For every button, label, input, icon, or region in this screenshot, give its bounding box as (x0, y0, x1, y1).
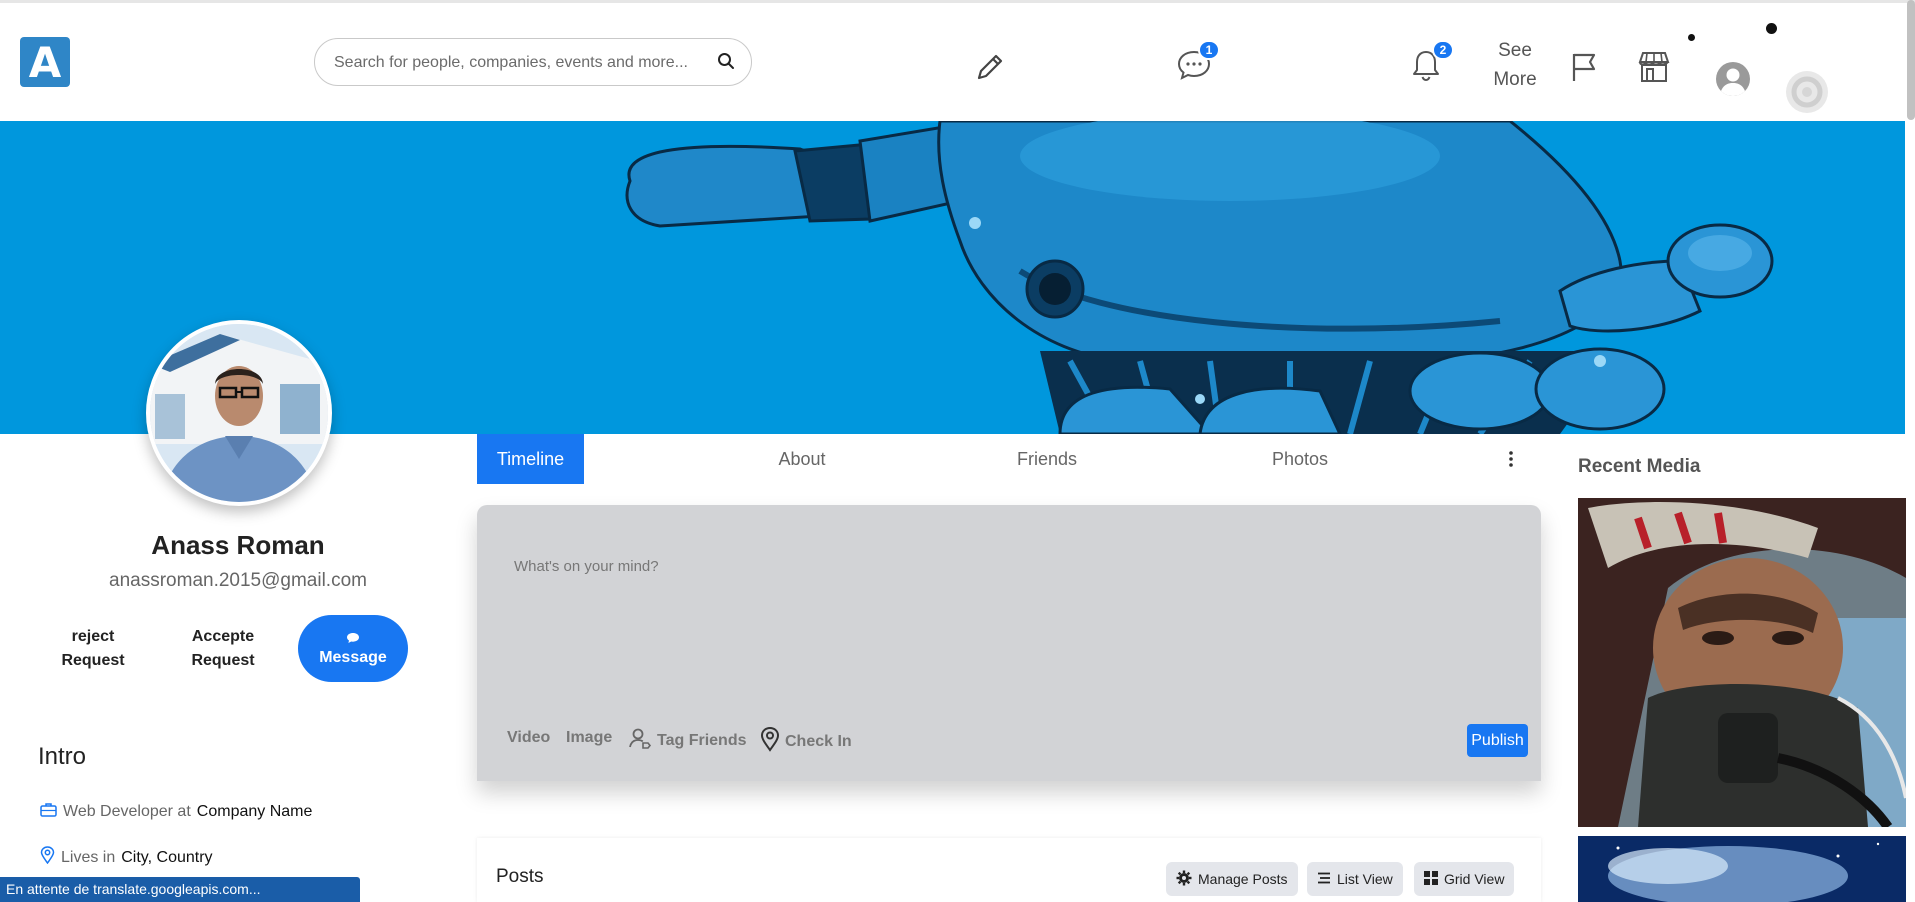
profile-photo (150, 324, 328, 502)
grid-view-button[interactable]: Grid View (1414, 862, 1515, 896)
profile-email: anassroman.2015@gmail.com (109, 570, 367, 591)
app-logo[interactable]: A (20, 37, 70, 87)
video-label: Video (507, 729, 551, 746)
message-bubble-icon (346, 631, 360, 649)
tab-friends[interactable]: Friends (987, 434, 1107, 484)
user-icon[interactable] (1715, 61, 1751, 102)
lives-prefix: Lives in (61, 848, 116, 866)
list-view-label: List View (1337, 871, 1393, 887)
tag-friends-button[interactable]: Tag Friends (628, 726, 747, 755)
manage-posts-label: Manage Posts (1198, 871, 1288, 887)
posts-title: Posts (496, 866, 544, 887)
grid-icon (1424, 870, 1438, 888)
location-pin-icon (40, 846, 55, 869)
tab-about[interactable]: About (742, 434, 862, 484)
gear-icon (1176, 870, 1192, 889)
grid-view-label: Grid View (1444, 871, 1505, 887)
intro-title: Intro (38, 743, 87, 770)
messages-badge: 1 (1198, 40, 1220, 60)
recent-media-title: Recent Media (1578, 456, 1701, 477)
work-company[interactable]: Company Name (197, 803, 313, 821)
pilot-helmet-photo (1578, 498, 1906, 827)
video-button[interactable]: Video (507, 729, 550, 747)
more-options-icon[interactable] (1507, 450, 1515, 473)
see-more-line1: See (1498, 40, 1532, 61)
reject-label-line1: reject (71, 628, 115, 645)
browser-status-bar: En attente de translate.googleapis.com..… (0, 877, 360, 902)
briefcase-icon (40, 802, 57, 822)
intro-work-row: Web Developer at Company Name (40, 802, 312, 822)
scrollbar-thumb[interactable] (1907, 0, 1915, 120)
search-bar (314, 38, 752, 86)
image-button[interactable]: Image (566, 729, 612, 747)
top-navbar: A 1 2 See More (0, 3, 1905, 121)
store-icon[interactable] (1636, 50, 1672, 89)
profile-avatar[interactable] (146, 320, 332, 506)
accept-label-line2: Request (191, 652, 255, 669)
map-pin-icon (760, 726, 780, 757)
loading-dot (1766, 23, 1777, 34)
pencil-icon[interactable] (973, 50, 1007, 89)
see-more-link[interactable]: See More (1482, 36, 1548, 94)
image-label: Image (566, 729, 613, 746)
night-sky-photo (1578, 836, 1906, 902)
post-composer: What's on your mind? Video Image Tag Fri… (477, 505, 1541, 781)
manage-posts-button[interactable]: Manage Posts (1166, 862, 1298, 896)
accept-request-button[interactable]: Accepte Request (168, 616, 278, 682)
accept-label-line1: Accepte (191, 628, 255, 645)
flag-icon[interactable] (1569, 50, 1599, 89)
see-more-line2: More (1493, 69, 1537, 90)
loading-dot (1688, 34, 1695, 41)
composer-input[interactable]: What's on your mind? (514, 558, 659, 575)
list-view-button[interactable]: List View (1307, 862, 1403, 896)
posts-panel: Posts Manage Posts List View Grid View (477, 838, 1541, 902)
recent-media-image[interactable] (1578, 498, 1906, 827)
publish-button[interactable]: Publish (1467, 724, 1528, 757)
tab-photos[interactable]: Photos (1240, 434, 1360, 484)
list-icon (1317, 871, 1331, 887)
message-label: Message (319, 648, 387, 666)
notifications-badge: 2 (1432, 40, 1454, 60)
tab-timeline[interactable]: Timeline (477, 434, 584, 484)
lives-place[interactable]: City, Country (121, 849, 212, 867)
work-prefix: Web Developer at (63, 803, 191, 820)
recent-media-image[interactable] (1578, 836, 1906, 902)
search-input[interactable] (334, 51, 704, 75)
tag-user-icon (628, 726, 652, 755)
message-button[interactable]: Message (298, 615, 408, 682)
profile-tabs: Timeline About Friends Photos (477, 434, 1540, 484)
search-icon[interactable] (717, 52, 735, 75)
intro-location-row: Lives in City, Country (40, 846, 213, 869)
reject-label-line2: Request (61, 652, 125, 669)
tag-friends-label: Tag Friends (657, 731, 747, 749)
reject-request-button[interactable]: reject Request (38, 616, 148, 682)
check-in-label: Check In (785, 732, 852, 750)
check-in-button[interactable]: Check In (760, 726, 852, 757)
profile-name: Anass Roman (151, 530, 325, 560)
settings-icon[interactable] (1785, 70, 1829, 119)
